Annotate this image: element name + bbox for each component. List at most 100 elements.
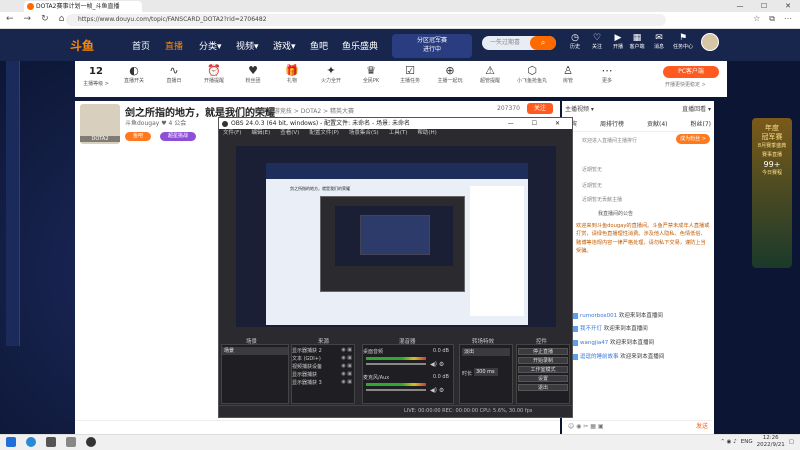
- tool-live-day[interactable]: ∿ 直播日: [154, 64, 194, 85]
- chat-user[interactable]: rumorbox001: [580, 313, 617, 319]
- source-item[interactable]: 显示器捕获 ◉ ▣: [292, 371, 352, 378]
- tab-fans[interactable]: 粉丝(7): [690, 119, 711, 128]
- obs-menu-help[interactable]: 帮助(H): [417, 129, 436, 138]
- language-indicator[interactable]: ENG: [741, 439, 753, 445]
- url-field[interactable]: https://www.douyu.com/topic/FANSCARD_DOT…: [66, 14, 666, 26]
- minimize-icon[interactable]: —: [728, 0, 752, 12]
- tool-room-admin[interactable]: ♙ 房管: [548, 64, 588, 85]
- obs-menu-file[interactable]: 文件(F): [223, 129, 241, 138]
- menu-icon[interactable]: ⋯: [784, 14, 792, 24]
- close-icon[interactable]: ✕: [776, 0, 800, 12]
- eye-icon[interactable]: ◉ ▣: [341, 347, 352, 353]
- fishbar-pill[interactable]: 鱼吧: [125, 132, 151, 141]
- tool-gift[interactable]: 🎁 礼物: [272, 64, 312, 85]
- obs-taskbar-icon[interactable]: [86, 437, 96, 447]
- send-button[interactable]: 发送: [696, 421, 708, 433]
- volume-slider[interactable]: [366, 389, 426, 391]
- volume-slider[interactable]: [366, 363, 426, 365]
- tool-pk[interactable]: ♛ 全民PK: [351, 64, 391, 85]
- clock[interactable]: 12:26 2022/9/21: [757, 435, 785, 449]
- anchor-info[interactable]: 斗鱼dougay ♥ 4 公会: [125, 118, 186, 127]
- chat-input-bar[interactable]: ☺ ◉ ✂ ▦ ▣ 发送: [564, 420, 712, 432]
- refresh-icon[interactable]: ↻: [41, 14, 49, 24]
- steam-icon[interactable]: [46, 437, 56, 447]
- tool-live-switch[interactable]: ◐ 直播开关: [114, 64, 154, 85]
- follow-list-button[interactable]: ♡ 关注: [588, 33, 606, 51]
- history-button[interactable]: ◷ 历史: [566, 33, 584, 51]
- speaker-icon[interactable]: ◀) ⚙: [430, 361, 444, 368]
- messages-button[interactable]: ✉ 消息: [650, 33, 668, 51]
- become-fan-button[interactable]: 成为粉丝 >: [676, 134, 710, 144]
- nav-festival[interactable]: 鱼乐盛典: [342, 39, 378, 52]
- studio-mode-button[interactable]: 工作室模式: [518, 366, 568, 373]
- follow-button[interactable]: 关注: [527, 103, 553, 114]
- nav-games[interactable]: 游戏▾: [273, 39, 296, 52]
- pc-client-button[interactable]: PC客户端: [663, 66, 719, 78]
- tab-weekly[interactable]: 周排行榜: [600, 119, 624, 128]
- start-recording-button[interactable]: 开始录制: [518, 357, 568, 364]
- source-item[interactable]: 显示器捕获 2 ◉ ▣: [292, 347, 352, 354]
- user-avatar[interactable]: [701, 33, 719, 51]
- tool-reminder[interactable]: ⏰ 开播提醒: [194, 64, 234, 85]
- search-icon[interactable]: ⌕: [530, 36, 556, 50]
- tab-replay[interactable]: 直播回看 ▾: [682, 104, 711, 113]
- tool-more[interactable]: ⋯ 更多: [587, 64, 627, 85]
- championship-ad[interactable]: 年度 冠军赛 8月赛季盛典 赛事直播 99+ 今日赛程: [752, 118, 792, 268]
- obs-menu-scene-collection[interactable]: 场景集合(S): [349, 129, 379, 138]
- task-center-button[interactable]: ⚑ 任务中心: [672, 33, 694, 51]
- eye-icon[interactable]: ◉ ▣: [341, 363, 352, 369]
- obs-menu-edit[interactable]: 编辑(E): [251, 129, 270, 138]
- eye-icon[interactable]: ◉ ▣: [341, 379, 352, 385]
- maximize-icon[interactable]: ☐: [752, 0, 776, 12]
- eye-icon[interactable]: ◉ ▣: [341, 355, 352, 361]
- chat-user[interactable]: wangjia47: [580, 340, 608, 346]
- nav-home[interactable]: 首页: [132, 39, 150, 52]
- settings-button[interactable]: 设置: [518, 375, 568, 382]
- tool-fanclub[interactable]: ♥ 粉丝团: [233, 64, 273, 85]
- home-icon[interactable]: ⌂: [59, 14, 65, 24]
- chat-user[interactable]: 我不开灯: [580, 326, 602, 332]
- stream-category[interactable]: 举报 网游竞技 > DOTA2 > 精英大赛: [254, 106, 354, 115]
- tool-firepower[interactable]: ✦ 火力全开: [311, 64, 351, 85]
- broadcast-button[interactable]: ▶ 开播: [609, 33, 627, 51]
- chat-tool-icons[interactable]: ☺ ◉ ✂ ▦ ▣: [568, 423, 603, 430]
- eye-icon[interactable]: ◉ ▣: [341, 371, 352, 377]
- transition-select[interactable]: 淡出: [462, 348, 510, 356]
- anchor-level-link[interactable]: 主播等级 >: [78, 80, 114, 87]
- browser-tab[interactable]: DOTA2赛事计划一帧_斗鱼直播: [24, 1, 142, 12]
- client-button[interactable]: ▦ 客户端: [628, 33, 646, 51]
- stop-streaming-button[interactable]: 停止直播: [518, 348, 568, 355]
- obs-menu-profile[interactable]: 配置文件(P): [309, 129, 339, 138]
- forward-icon[interactable]: →: [24, 14, 32, 24]
- nav-fishbar[interactable]: 鱼吧: [310, 39, 328, 52]
- promo-banner[interactable]: 分区冠军赛 进行中: [392, 34, 472, 58]
- app-icon[interactable]: [66, 437, 76, 447]
- obs-menu-tools[interactable]: 工具(T): [389, 129, 408, 138]
- douyu-logo[interactable]: 斗鱼: [70, 37, 94, 54]
- anchor-avatar[interactable]: DOTA2: [80, 104, 120, 144]
- speaker-icon[interactable]: ◀) ⚙: [430, 387, 444, 394]
- tab-contribution[interactable]: 贡献(4): [647, 119, 668, 128]
- source-item[interactable]: 文本 (GDI+) ◉ ▣: [292, 355, 352, 362]
- exit-button[interactable]: 退出: [518, 384, 568, 391]
- obs-menu-view[interactable]: 查看(V): [280, 129, 299, 138]
- nav-live[interactable]: 直播: [165, 39, 183, 52]
- tool-play-together[interactable]: ⊕ 主播一起玩: [430, 64, 470, 85]
- nav-video[interactable]: 视频▾: [236, 39, 259, 52]
- duration-input[interactable]: 300 ms: [474, 368, 498, 376]
- source-item[interactable]: 显示器捕获 3 ◉ ▣: [292, 379, 352, 386]
- edge-icon[interactable]: [26, 437, 36, 447]
- obs-window-controls[interactable]: — ☐ ✕: [508, 118, 568, 129]
- favorite-icon[interactable]: ☆: [753, 14, 760, 24]
- notification-icon[interactable]: ▢: [789, 439, 794, 445]
- collections-icon[interactable]: ⧉: [769, 14, 775, 24]
- tray-icons[interactable]: ⌃ ◉ ♪: [720, 439, 736, 445]
- chat-user[interactable]: 逗逗的睡前故事: [580, 354, 619, 360]
- tab-anchor-video[interactable]: 主播视频 ▾: [565, 104, 594, 113]
- back-icon[interactable]: ←: [6, 14, 14, 24]
- pc-client-sublink[interactable]: 开播更快更稳定 >: [665, 81, 706, 88]
- nav-category[interactable]: 分类▾: [199, 39, 222, 52]
- windows-start-icon[interactable]: [6, 437, 16, 447]
- tool-tasks[interactable]: ☑ 主播任务: [390, 64, 430, 85]
- superstar-pill[interactable]: 超星挑战: [160, 132, 196, 141]
